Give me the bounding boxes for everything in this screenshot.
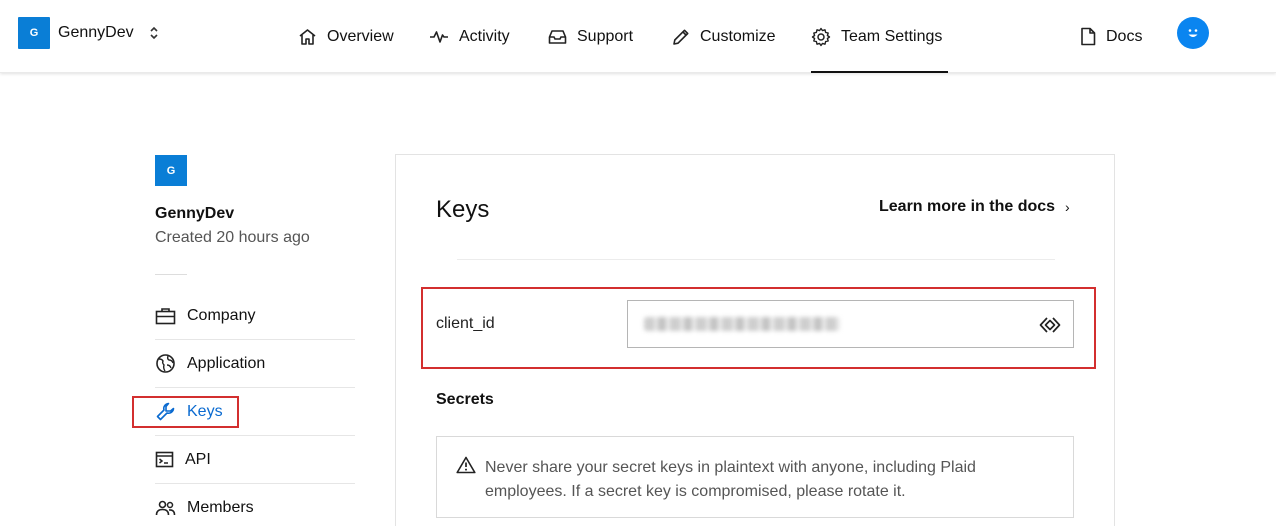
- nav-team-settings-label: Team Settings: [841, 27, 943, 45]
- secret-warning-text: Never share your secret keys in plaintex…: [485, 459, 976, 500]
- keys-selection-highlight: [132, 396, 239, 428]
- client-id-highlight: [421, 287, 1096, 369]
- nav-activity-label: Activity: [459, 27, 510, 45]
- home-icon: [299, 28, 316, 45]
- nav-team-settings[interactable]: Team Settings: [811, 0, 948, 73]
- page-title: Keys: [436, 196, 490, 223]
- chevron-right-icon: ›: [1065, 199, 1070, 215]
- activity-icon: [430, 30, 448, 43]
- sidebar-item-company[interactable]: Company: [155, 292, 355, 340]
- sidebar-item-label: Company: [187, 306, 256, 324]
- nav-overview[interactable]: Overview: [298, 0, 394, 73]
- team-created-time: Created 20 hours ago: [155, 229, 310, 246]
- globe-icon: [156, 354, 175, 373]
- nav-customize-label: Customize: [700, 27, 776, 45]
- team-badge: G: [18, 17, 50, 49]
- warning-icon: [456, 456, 476, 474]
- user-avatar[interactable]: [1177, 17, 1209, 49]
- sidebar-team-badge: G: [155, 155, 187, 186]
- sidebar-item-api[interactable]: API: [155, 436, 355, 484]
- document-icon: [1081, 27, 1096, 46]
- team-name: GennyDev: [58, 24, 134, 41]
- sidebar-item-members[interactable]: Members: [155, 484, 355, 526]
- nav-activity[interactable]: Activity: [429, 0, 510, 73]
- docs-label: Docs: [1106, 27, 1143, 45]
- sidebar-item-label: Members: [187, 499, 254, 516]
- learn-more-link[interactable]: Learn more in the docs ›: [879, 198, 1070, 216]
- sidebar-team-name: GennyDev: [155, 205, 235, 222]
- nav-customize[interactable]: Customize: [672, 0, 776, 73]
- inbox-icon: [548, 29, 567, 44]
- gear-icon: [811, 27, 831, 46]
- secret-warning-box: Never share your secret keys in plaintex…: [436, 436, 1074, 518]
- sidebar-item-label: Application: [187, 354, 266, 372]
- sidebar-item-application[interactable]: Application: [155, 340, 355, 388]
- terminal-icon: [155, 451, 174, 468]
- briefcase-icon: [155, 307, 176, 324]
- nav-support-label: Support: [577, 27, 634, 45]
- team-switcher[interactable]: G GennyDev: [18, 17, 160, 49]
- divider: [155, 274, 187, 275]
- nav-support[interactable]: Support: [548, 0, 633, 73]
- secrets-heading: Secrets: [436, 391, 494, 408]
- pencil-icon: [673, 29, 689, 45]
- divider: [457, 259, 1055, 260]
- smiley-icon: [1188, 29, 1198, 37]
- people-icon: [155, 500, 176, 516]
- nav-overview-label: Overview: [327, 27, 394, 45]
- top-navigation-bar: G GennyDev Overview Activity Support Cus…: [0, 0, 1276, 73]
- docs-link[interactable]: Docs: [1080, 0, 1142, 73]
- sidebar-item-label: API: [185, 450, 211, 468]
- learn-more-label: Learn more in the docs: [879, 198, 1056, 215]
- chevron-updown-icon: [150, 26, 158, 40]
